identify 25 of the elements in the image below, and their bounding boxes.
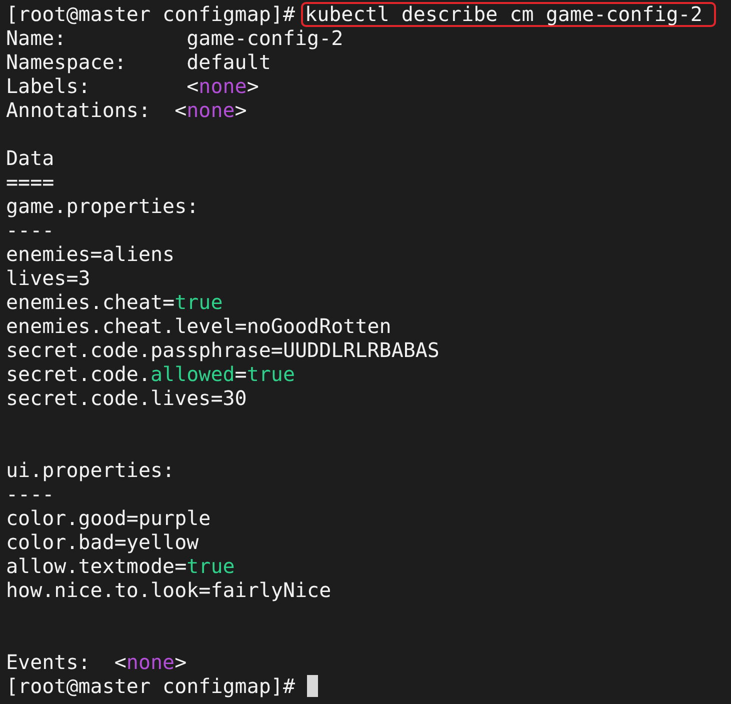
prompt-text: [root@master configmap]# xyxy=(6,674,296,698)
terminal-line: Events: <none> xyxy=(6,650,188,674)
terminal-line: secret.code.allowed=true xyxy=(6,362,296,386)
terminal-line: how.nice.to.look=fairlyNice xyxy=(6,578,332,602)
terminal-line: Annotations: <none> xyxy=(6,98,248,122)
terminal-line: ---- xyxy=(6,218,56,242)
terminal-line: Labels: <none> xyxy=(6,74,260,98)
terminal-line: allow.textmode=true xyxy=(6,554,236,578)
terminal-line: Namespace: default xyxy=(6,50,272,74)
terminal-line: lives=3 xyxy=(6,266,92,290)
terminal-line: game.properties: xyxy=(6,194,200,218)
terminal-line: ui.properties: xyxy=(6,458,176,482)
terminal-line: ==== xyxy=(6,170,56,194)
terminal-line: ---- xyxy=(6,482,56,506)
terminal-line: enemies.cheat=true xyxy=(6,290,224,314)
terminal-line: color.bad=yellow xyxy=(6,530,200,554)
prompt-text: [root@master configmap]# xyxy=(6,2,296,26)
command-text: kubectl describe cm game-config-2 xyxy=(301,2,716,26)
terminal-line: secret.code.lives=30 xyxy=(6,386,248,410)
terminal-line: color.good=purple xyxy=(6,506,212,530)
terminal-line: secret.code.passphrase=UUDDLRLRBABAS xyxy=(6,338,440,362)
terminal-line: Name: game-config-2 xyxy=(6,26,344,50)
terminal-line: enemies.cheat.level=noGoodRotten xyxy=(6,314,392,338)
terminal-line: Data xyxy=(6,146,56,170)
terminal-line: enemies=aliens xyxy=(6,242,176,266)
